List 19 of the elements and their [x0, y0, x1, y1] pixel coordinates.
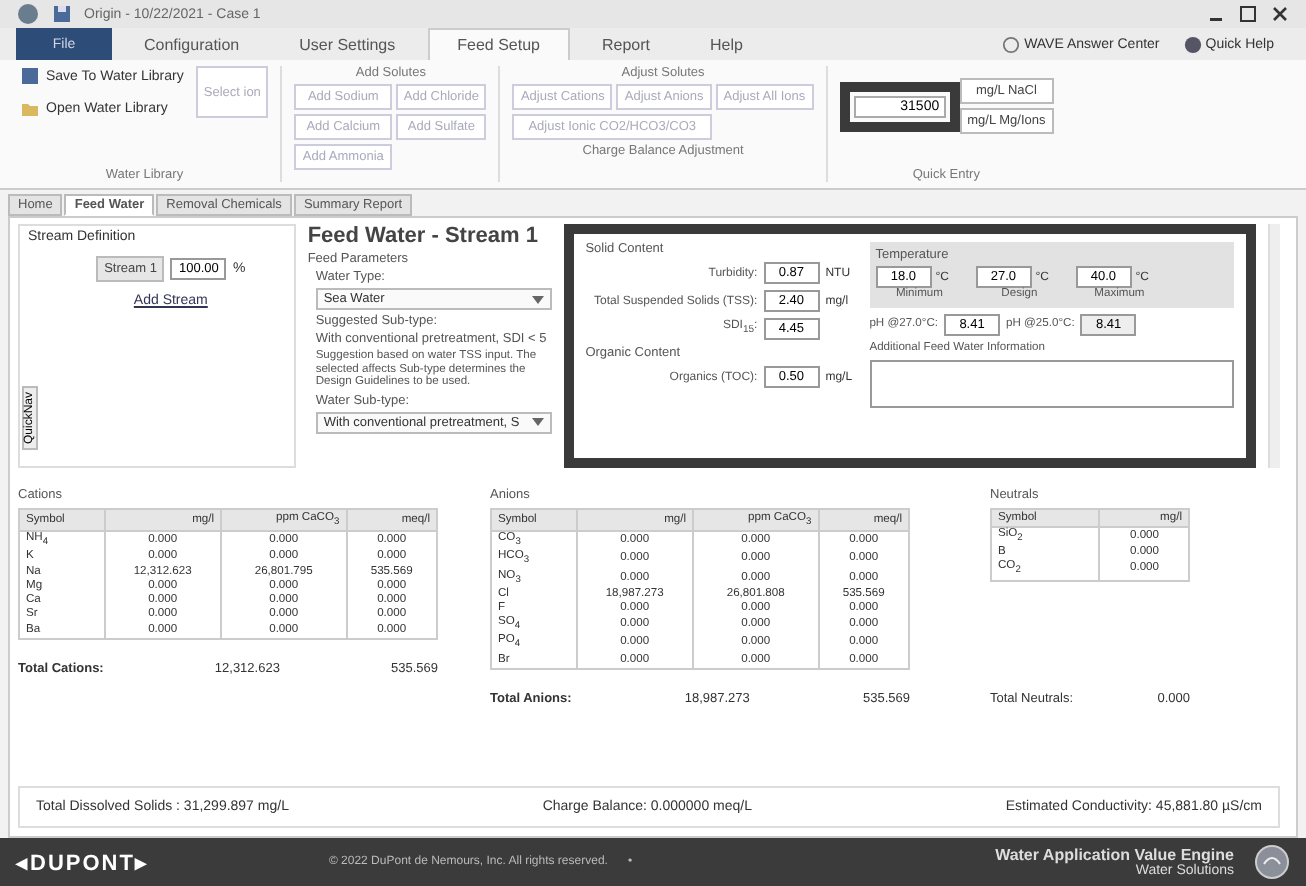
save-icon	[20, 66, 40, 86]
brand-logo: ◂DUPONT▸	[16, 849, 149, 875]
caret-icon	[531, 295, 544, 303]
panel-title: Feed Water - Stream 1	[307, 224, 540, 248]
menu-tab[interactable]: Configuration	[116, 28, 268, 60]
info-field[interactable]	[869, 360, 1234, 409]
menu-tab[interactable]: Report	[574, 28, 679, 60]
folder-icon	[20, 98, 40, 118]
scroll-bar[interactable]	[1267, 224, 1280, 468]
caret-icon	[531, 418, 544, 427]
app-name: Water Application Value Engine	[995, 846, 1234, 864]
menu-tab[interactable]: Feed Setup	[427, 28, 570, 60]
app-icon	[16, 2, 40, 26]
menu-tab[interactable]: Help	[682, 28, 771, 60]
menu-tab[interactable]: User Settings	[271, 28, 424, 60]
close-icon[interactable]	[1270, 4, 1290, 24]
save-icon[interactable]	[52, 4, 72, 24]
maximize-icon[interactable]	[1238, 4, 1258, 24]
logo-icon	[1254, 844, 1290, 880]
